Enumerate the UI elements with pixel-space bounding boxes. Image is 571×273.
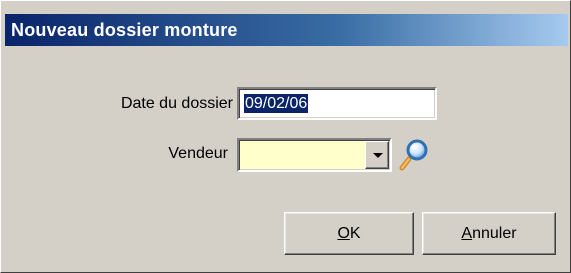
date-label: Date du dossier: [120, 95, 233, 112]
chevron-down-icon: [373, 153, 383, 158]
title-bar[interactable]: Nouveau dossier monture: [5, 14, 568, 46]
cancel-button[interactable]: Annuler: [422, 212, 556, 255]
ok-button[interactable]: OK: [284, 212, 414, 255]
magnifier-icon[interactable]: [399, 137, 429, 171]
date-input[interactable]: 09/02/06: [237, 87, 437, 120]
vendeur-dropdown-button[interactable]: [365, 141, 389, 169]
dialog-window: Nouveau dossier monture Date du dossier …: [0, 0, 571, 273]
vendeur-label: Vendeur: [168, 145, 228, 162]
window-title: Nouveau dossier monture: [11, 20, 238, 40]
cancel-button-label: Annuler: [461, 225, 517, 242]
date-value: 09/02/06: [244, 94, 309, 113]
vendeur-combo[interactable]: [237, 138, 392, 172]
ok-button-label: OK: [337, 225, 361, 242]
